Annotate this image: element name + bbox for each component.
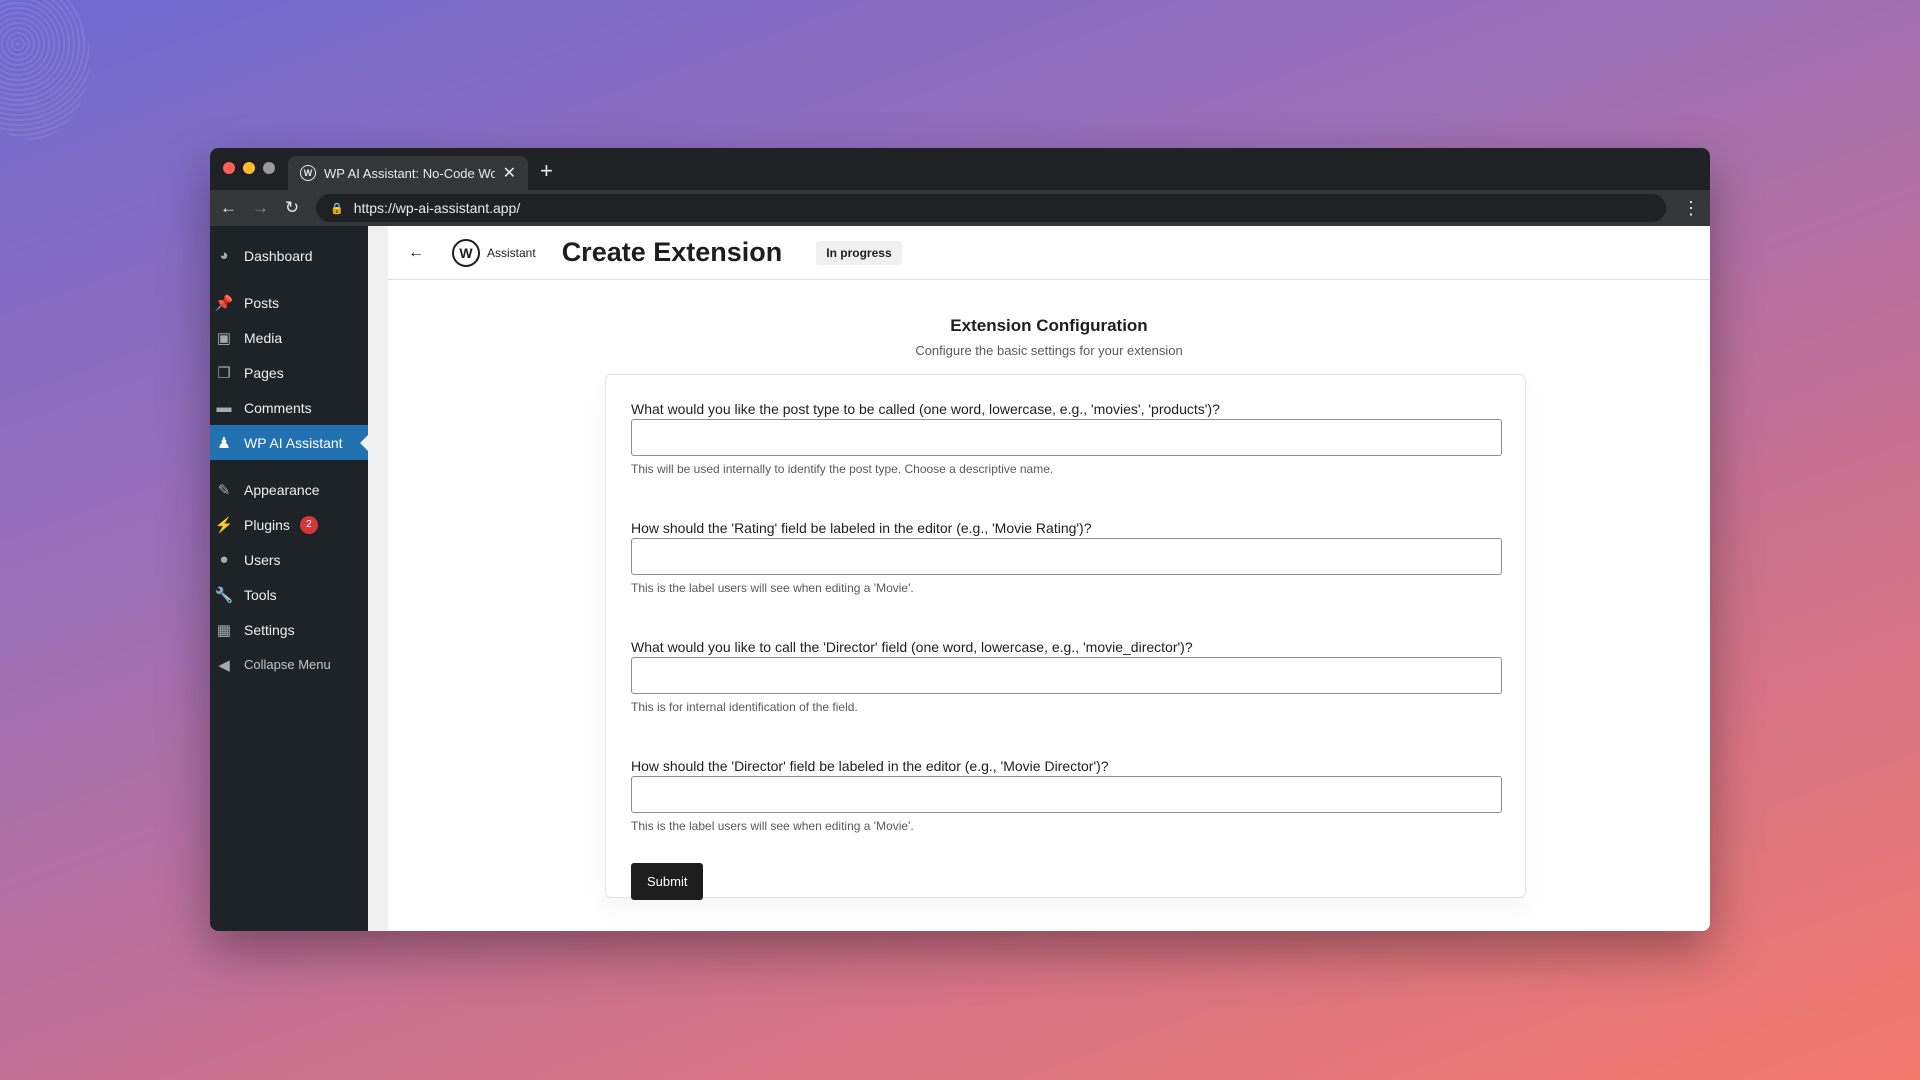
page-header: ← W Assistant Create Extension In progre… <box>388 226 1710 280</box>
brush-icon: ✎ <box>217 481 231 499</box>
plugins-update-badge: 2 <box>299 515 318 534</box>
sidebar-item-label: Plugins <box>244 516 290 533</box>
section-header: Extension Configuration Configure the ba… <box>388 316 1710 358</box>
sidebar-item-dashboard[interactable]: ◕ Dashboard <box>210 238 368 273</box>
sidebar-item-label: Dashboard <box>244 247 313 264</box>
wordpress-favicon-icon: W <box>300 165 316 181</box>
collapse-icon: ◀ <box>218 656 230 674</box>
assistant-logo: W Assistant <box>452 238 536 267</box>
sidebar-item-label: Comments <box>244 399 312 416</box>
background-decoration <box>0 0 90 140</box>
tab-title: WP AI Assistant: No-Code Wor <box>324 165 495 181</box>
pin-icon: 📌 <box>214 294 234 312</box>
sidebar-item-pages[interactable]: ❐ Pages <box>210 355 368 390</box>
close-window-button[interactable] <box>223 162 235 174</box>
sidebar-item-label: Users <box>244 551 281 568</box>
sidebar-item-settings[interactable]: ▦ Settings <box>210 612 368 647</box>
section-title: Extension Configuration <box>950 316 1148 335</box>
maximize-window-button[interactable] <box>263 162 275 174</box>
sidebar-item-label: WP AI Assistant <box>244 434 343 451</box>
sidebar-item-media[interactable]: ▣ Media <box>210 320 368 355</box>
sidebar-item-label: Pages <box>244 364 284 381</box>
sidebar-item-comments[interactable]: ▬ Comments <box>210 390 368 425</box>
content-gutter <box>368 226 388 931</box>
window-controls <box>223 162 275 174</box>
form-field-director-name: What would you like to call the 'Directo… <box>631 639 1502 714</box>
page-title: Create Extension <box>561 237 783 267</box>
users-icon: ● <box>219 551 229 568</box>
close-tab-icon[interactable]: ✕ <box>503 163 516 183</box>
sidebar-item-label: Media <box>244 329 283 346</box>
url-text: https://wp-ai-assistant.app/ <box>353 200 521 216</box>
sidebar-item-label: Settings <box>244 621 295 638</box>
field-label: How should the 'Director' field be label… <box>631 758 1109 774</box>
form-field-director-label: How should the 'Director' field be label… <box>631 758 1502 833</box>
form-field-rating-label: How should the 'Rating' field be labeled… <box>631 520 1502 595</box>
director-name-input[interactable] <box>631 657 1502 694</box>
submit-button[interactable]: Submit <box>631 863 704 900</box>
settings-icon: ▦ <box>216 621 232 639</box>
browser-tab[interactable]: W WP AI Assistant: No-Code Wor ✕ <box>288 156 528 190</box>
sidebar-item-posts[interactable]: 📌 Posts <box>210 285 368 320</box>
configuration-form: What would you like the post type to be … <box>605 374 1526 900</box>
post-type-input[interactable] <box>631 419 1502 456</box>
section-subtitle: Configure the basic settings for your ex… <box>915 343 1183 358</box>
admin-sidebar: ◕ Dashboard 📌 Posts ▣ Media ❐ Pages ▬ Co… <box>210 226 368 931</box>
field-help: This is for internal identification of t… <box>631 700 858 714</box>
sidebar-item-plugins[interactable]: ⚡ Plugins 2 <box>210 507 368 542</box>
browser-window: W WP AI Assistant: No-Code Wor ✕ + ← → ↻… <box>210 148 1710 931</box>
comments-icon: ▬ <box>216 399 232 416</box>
forward-icon[interactable]: → <box>252 198 269 218</box>
tab-bar: W WP AI Assistant: No-Code Wor ✕ + <box>210 148 1710 190</box>
pages-icon: ❐ <box>217 364 231 382</box>
director-label-input[interactable] <box>631 776 1502 813</box>
logo-text: Assistant <box>487 245 536 260</box>
status-badge: In progress <box>816 240 902 265</box>
reload-icon[interactable]: ↻ <box>284 198 300 218</box>
main-content: ← W Assistant Create Extension In progre… <box>368 226 1710 931</box>
sidebar-collapse-menu[interactable]: ◀ Collapse Menu <box>210 647 368 682</box>
address-bar: ← → ↻ 🔒 https://wp-ai-assistant.app/ ⋮ <box>210 190 1710 226</box>
url-field[interactable]: 🔒 https://wp-ai-assistant.app/ <box>316 194 1666 222</box>
media-icon: ▣ <box>216 329 232 347</box>
dashboard-icon: ◕ <box>219 247 229 264</box>
minimize-window-button[interactable] <box>243 162 255 174</box>
field-label: What would you like the post type to be … <box>631 401 1220 417</box>
sidebar-item-users[interactable]: ● Users <box>210 542 368 577</box>
wrench-icon: 🔧 <box>214 586 234 604</box>
field-help: This will be used internally to identify… <box>631 462 1054 476</box>
sidebar-item-wp-ai-assistant[interactable]: ♟ WP AI Assistant <box>210 425 368 460</box>
field-label: What would you like to call the 'Directo… <box>631 639 1193 655</box>
form-field-post-type: What would you like the post type to be … <box>631 401 1502 476</box>
assistant-icon: ♟ <box>217 434 231 452</box>
sidebar-item-label: Collapse Menu <box>244 657 331 672</box>
field-help: This is the label users will see when ed… <box>631 581 914 595</box>
browser-menu-icon[interactable]: ⋮ <box>1682 198 1700 219</box>
new-tab-icon[interactable]: + <box>540 158 553 184</box>
plugin-icon: ⚡ <box>214 516 234 534</box>
field-help: This is the label users will see when ed… <box>631 819 914 833</box>
sidebar-item-label: Appearance <box>244 481 320 498</box>
back-icon[interactable]: ← <box>220 198 237 218</box>
back-arrow-icon[interactable]: ← <box>408 244 424 262</box>
sidebar-item-appearance[interactable]: ✎ Appearance <box>210 472 368 507</box>
lock-icon: 🔒 <box>330 202 344 215</box>
sidebar-item-label: Tools <box>244 586 277 603</box>
sidebar-item-label: Posts <box>244 294 280 311</box>
rating-label-input[interactable] <box>631 538 1502 575</box>
sidebar-item-tools[interactable]: 🔧 Tools <box>210 577 368 612</box>
field-label: How should the 'Rating' field be labeled… <box>631 520 1092 536</box>
wordpress-logo-icon: W <box>452 238 480 267</box>
